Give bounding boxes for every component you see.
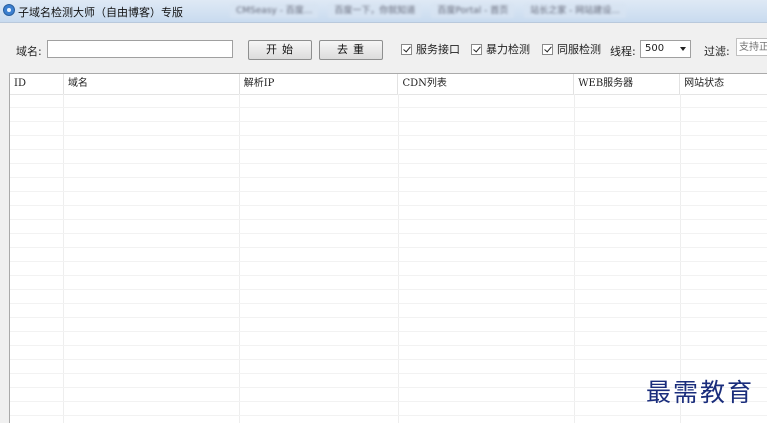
same-server-checkbox[interactable]: 同服检测: [542, 41, 601, 57]
table-row-line: [10, 303, 767, 304]
domain-label: 域名:: [16, 45, 42, 58]
table-row-line: [10, 317, 767, 318]
column-header-resolved-ip[interactable]: 解析IP: [240, 74, 399, 94]
taskbar-tab[interactable]: 站长之家 - 网站建设...: [524, 3, 626, 18]
toolbar: 域名: 开始 去重 服务接口 暴力检测 同服检测 线程: 500 过滤:: [0, 22, 767, 70]
table-row-line: [10, 233, 767, 234]
window-title: 子域名检测大师（自由博客）专版: [18, 6, 183, 19]
checkbox-checked-icon[interactable]: [401, 43, 412, 55]
service-interface-label: 服务接口: [416, 43, 460, 56]
column-header-web-server[interactable]: WEB服务器: [574, 74, 681, 94]
start-button[interactable]: 开始: [248, 40, 312, 60]
table-row-line: [10, 219, 767, 220]
title-bar: 子域名检测大师（自由博客）专版 CMSeasy - 百度... 百度一下，你就知…: [0, 0, 767, 23]
filter-label: 过滤:: [704, 45, 730, 58]
table-row-line: [10, 107, 767, 108]
threads-label: 线程:: [610, 45, 636, 58]
dedupe-button[interactable]: 去重: [319, 40, 383, 60]
chevron-down-icon[interactable]: [680, 47, 686, 51]
table-row-line: [10, 177, 767, 178]
threads-value: 500: [645, 43, 665, 54]
filter-input[interactable]: [736, 38, 767, 56]
table-row-line: [10, 121, 767, 122]
taskbar-tab[interactable]: 百度一下，你就知道: [328, 3, 422, 18]
table-row-line: [10, 359, 767, 360]
table-row-line: [10, 415, 767, 416]
table-row-line: [10, 205, 767, 206]
service-interface-checkbox[interactable]: 服务接口: [401, 41, 460, 57]
app-icon: [3, 4, 15, 16]
threads-select[interactable]: 500: [640, 40, 691, 58]
table-header: ID 域名 解析IP CDN列表 WEB服务器 网站状态: [10, 74, 767, 95]
table-row-line: [10, 345, 767, 346]
watermark-text: 最需教育: [646, 378, 755, 407]
table-row-line: [10, 163, 767, 164]
taskbar-tab[interactable]: 百度Portal - 首页: [431, 3, 515, 18]
checkbox-checked-icon[interactable]: [471, 43, 482, 55]
table-row-line: [10, 331, 767, 332]
column-header-cdn-list[interactable]: CDN列表: [398, 74, 575, 94]
domain-input[interactable]: [47, 40, 233, 58]
table-row-line: [10, 261, 767, 262]
column-header-domain[interactable]: 域名: [64, 74, 240, 94]
table-row-line: [10, 247, 767, 248]
results-table[interactable]: ID 域名 解析IP CDN列表 WEB服务器 网站状态: [9, 73, 767, 423]
brute-force-label: 暴力检测: [486, 43, 530, 56]
checkbox-checked-icon[interactable]: [542, 43, 553, 55]
table-row-line: [10, 135, 767, 136]
same-server-label: 同服检测: [557, 43, 601, 56]
column-header-site-status[interactable]: 网站状态: [680, 74, 767, 94]
column-header-id[interactable]: ID: [10, 74, 64, 94]
table-row-line: [10, 149, 767, 150]
table-row-line: [10, 191, 767, 192]
brute-force-checkbox[interactable]: 暴力检测: [471, 41, 530, 57]
taskbar-tab[interactable]: CMSeasy - 百度...: [230, 3, 319, 18]
taskbar-tabs: CMSeasy - 百度... 百度一下，你就知道 百度Portal - 首页 …: [230, 3, 626, 18]
table-row-line: [10, 275, 767, 276]
table-row-line: [10, 289, 767, 290]
